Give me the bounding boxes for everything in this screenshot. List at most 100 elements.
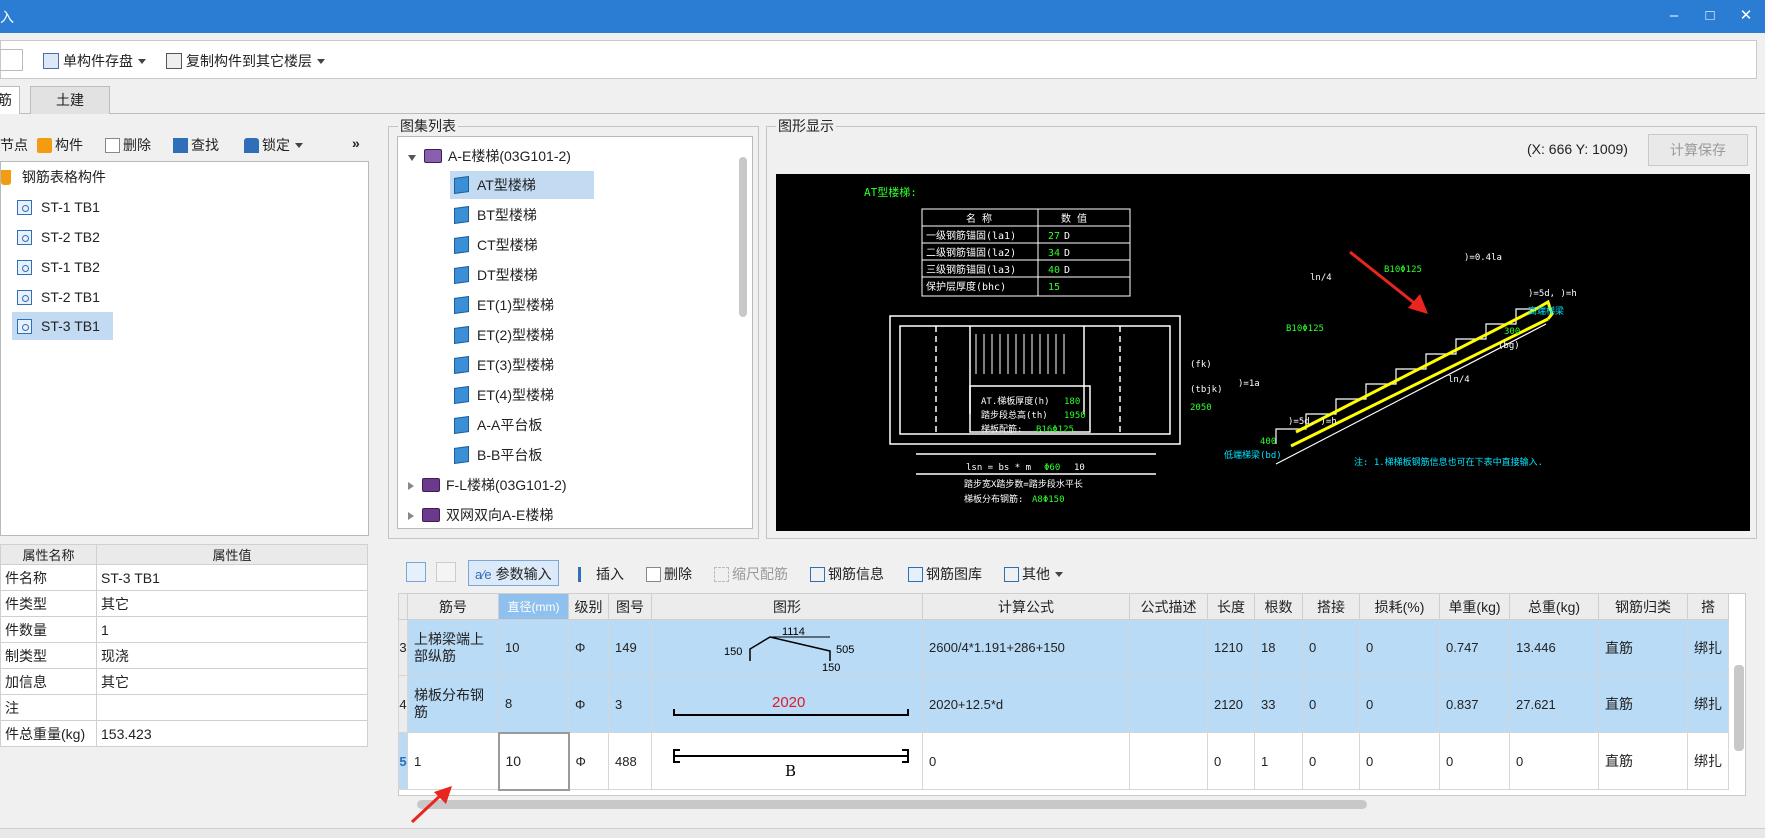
prop-value[interactable]: 其它 xyxy=(96,590,368,617)
cell-total-weight[interactable]: 0 xyxy=(1509,732,1599,790)
cell-loss[interactable]: 0 xyxy=(1359,619,1440,676)
col-header[interactable]: 长度 xyxy=(1207,593,1255,620)
cell-unit-weight[interactable]: 0.837 xyxy=(1439,675,1510,733)
cell-extra[interactable]: 绑扎 xyxy=(1687,732,1729,790)
atlas-item[interactable]: BT型楼梯 xyxy=(454,201,537,229)
cell-unit-weight[interactable]: 0.747 xyxy=(1439,619,1510,676)
minimize-button[interactable]: – xyxy=(1661,4,1687,28)
cell-shape[interactable]: 2020 xyxy=(651,675,923,733)
cell-lap[interactable]: 0 xyxy=(1302,619,1360,676)
col-header[interactable]: 搭接 xyxy=(1302,593,1360,620)
cell-fig[interactable]: 488 xyxy=(608,732,652,790)
cell-extra[interactable]: 绑扎 xyxy=(1687,675,1729,733)
close-button[interactable]: ✕ xyxy=(1733,4,1759,28)
cell-fig[interactable]: 3 xyxy=(608,675,652,733)
atlas-group-node[interactable]: F-L楼梯(03G101-2) xyxy=(408,471,567,499)
col-header[interactable]: 直径(mm) xyxy=(498,593,569,620)
cell-class[interactable]: 直筋 xyxy=(1598,619,1688,676)
delete-node-button[interactable]: 删除 xyxy=(105,135,151,155)
other-button[interactable]: 其他 xyxy=(1004,564,1063,584)
atlas-item[interactable]: A-A平台板 xyxy=(454,411,542,439)
cell-grade[interactable]: Φ xyxy=(568,675,609,733)
cell-loss[interactable]: 0 xyxy=(1359,675,1440,733)
tree-item[interactable]: ST-1 TB2 xyxy=(15,253,113,281)
grid-vscrollbar[interactable] xyxy=(1734,665,1744,751)
rebar-lib-button[interactable]: 钢筋图库 xyxy=(908,564,982,584)
tab-civil[interactable]: 土建 xyxy=(30,86,110,114)
move-down-icon[interactable] xyxy=(436,562,456,582)
atlas-item-selected[interactable]: AT型楼梯 xyxy=(450,171,594,199)
cell-total-weight[interactable]: 13.446 xyxy=(1509,619,1599,676)
atlas-group-node[interactable]: A-E楼梯(03G101-2) xyxy=(408,142,571,170)
rebar-info-button[interactable]: 钢筋信息 xyxy=(810,564,884,584)
more-icon[interactable]: » xyxy=(352,135,360,151)
prop-value[interactable]: 153.423 xyxy=(96,720,368,747)
atlas-item[interactable]: ET(1)型楼梯 xyxy=(454,291,554,319)
cell-fig[interactable]: 149 xyxy=(608,619,652,676)
col-header[interactable]: 图号 xyxy=(608,593,652,620)
atlas-group-node[interactable]: 双网双向A-E楼梯 xyxy=(408,501,553,529)
cell-length[interactable]: 2120 xyxy=(1207,675,1255,733)
cell-class[interactable]: 直筋 xyxy=(1598,732,1688,790)
cell-desc[interactable] xyxy=(1129,675,1208,733)
col-header[interactable]: 公式描述 xyxy=(1129,593,1208,620)
col-header[interactable]: 钢筋归类 xyxy=(1598,593,1688,620)
cell-length[interactable]: 1210 xyxy=(1207,619,1255,676)
cell-total-weight[interactable]: 27.621 xyxy=(1509,675,1599,733)
cell-desc[interactable] xyxy=(1129,732,1208,790)
copy-to-floor-button[interactable]: 复制构件到其它楼层 xyxy=(166,51,325,71)
prop-value[interactable] xyxy=(96,694,368,721)
col-header[interactable]: 总重(kg) xyxy=(1509,593,1599,620)
save-single-button[interactable]: 单构件存盘 xyxy=(43,51,146,71)
cell-formula[interactable]: 0 xyxy=(922,732,1130,790)
tree-item[interactable]: ST-2 TB1 xyxy=(15,283,113,311)
cell-formula[interactable]: 2600/4*1.191+286+150 xyxy=(922,619,1130,676)
cell-grade[interactable]: Φ xyxy=(568,619,609,676)
cell-dia[interactable]: 8 xyxy=(498,675,569,733)
cell-shape[interactable]: B xyxy=(651,732,923,790)
move-up-icon[interactable] xyxy=(406,562,426,582)
cell-dia-editing[interactable]: 10 xyxy=(497,731,570,791)
atlas-item[interactable]: ET(3)型楼梯 xyxy=(454,351,554,379)
col-header[interactable]: 损耗(%) xyxy=(1359,593,1440,620)
prop-value[interactable]: 现浇 xyxy=(96,642,368,669)
atlas-scrollbar[interactable] xyxy=(739,157,747,317)
table-row[interactable]: 4 梯板分布钢筋 8 Φ 3 2020 2020+12.5*d 2120 33 … xyxy=(398,675,1729,733)
tree-item[interactable]: ST-2 TB2 xyxy=(15,223,113,251)
col-header[interactable]: 级别 xyxy=(568,593,609,620)
tree-item[interactable]: ST-1 TB1 xyxy=(15,193,113,221)
tree-root[interactable]: 钢筋表格构件 xyxy=(1,163,106,191)
atlas-item[interactable]: CT型楼梯 xyxy=(454,231,538,259)
cell-class[interactable]: 直筋 xyxy=(1598,675,1688,733)
atlas-item[interactable]: ET(4)型楼梯 xyxy=(454,381,554,409)
cell-count[interactable]: 1 xyxy=(1254,732,1303,790)
cell-count[interactable]: 18 xyxy=(1254,619,1303,676)
col-header[interactable]: 搭 xyxy=(1687,593,1729,620)
col-header[interactable]: 根数 xyxy=(1254,593,1303,620)
cell-shape[interactable]: 1114 150 505 150 xyxy=(651,619,923,676)
col-header[interactable]: 筋号 xyxy=(407,593,499,620)
grid-hscrollbar[interactable] xyxy=(417,800,1367,809)
cell-name[interactable]: 梯板分布钢筋 xyxy=(407,675,499,733)
delete-row-button[interactable]: 删除 xyxy=(646,564,692,584)
prop-value[interactable]: 1 xyxy=(96,616,368,643)
cell-formula[interactable]: 2020+12.5*d xyxy=(922,675,1130,733)
table-row[interactable]: 3 上梯梁端上部纵筋 10 Φ 149 1114 150 505 150 260… xyxy=(398,619,1729,676)
col-header[interactable]: 图形 xyxy=(651,593,923,620)
table-row[interactable]: 5 1 10 Φ 488 B 0 0 1 0 0 0 0 直筋 绑扎 xyxy=(398,731,1729,791)
cell-lap[interactable]: 0 xyxy=(1302,675,1360,733)
cell-grade[interactable]: Φ xyxy=(568,732,609,790)
insert-button[interactable]: 插入 xyxy=(578,564,624,584)
component-button[interactable]: 构件 xyxy=(37,135,83,155)
cell-desc[interactable] xyxy=(1129,619,1208,676)
cell-extra[interactable]: 绑扎 xyxy=(1687,619,1729,676)
cell-lap[interactable]: 0 xyxy=(1302,732,1360,790)
find-button[interactable]: 查找 xyxy=(173,135,219,155)
tab-rebar[interactable]: 筋 xyxy=(0,86,20,114)
toolbar-dropdown[interactable] xyxy=(0,49,23,71)
cell-name[interactable]: 上梯梁端上部纵筋 xyxy=(407,619,499,676)
maximize-button[interactable]: □ xyxy=(1697,4,1723,28)
col-header[interactable]: 计算公式 xyxy=(922,593,1130,620)
col-header[interactable]: 单重(kg) xyxy=(1439,593,1510,620)
cell-name[interactable]: 1 xyxy=(407,732,499,790)
